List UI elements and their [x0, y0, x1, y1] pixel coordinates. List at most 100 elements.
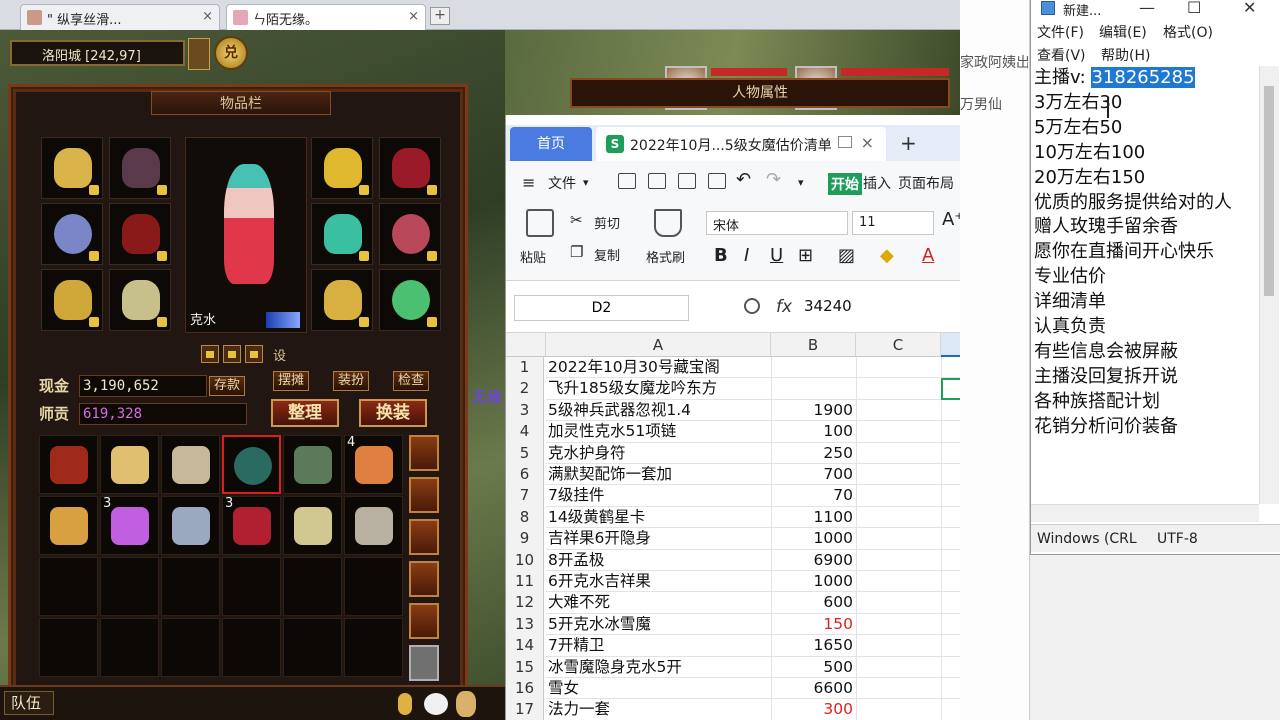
- close-icon[interactable]: ✕: [1243, 0, 1256, 17]
- cell-c[interactable]: [856, 635, 941, 657]
- cell-b[interactable]: 100: [771, 421, 856, 443]
- cell-c[interactable]: [856, 613, 941, 636]
- row-header[interactable]: 8: [506, 506, 544, 529]
- font-family-select[interactable]: 宋体: [706, 211, 848, 235]
- bag-slot[interactable]: 4: [344, 435, 403, 494]
- scrollbar-thumb[interactable]: [1264, 86, 1274, 296]
- swap-button[interactable]: 换装: [359, 399, 427, 427]
- maximize-icon[interactable]: ☐: [1187, 0, 1201, 17]
- cell-c[interactable]: [856, 442, 941, 464]
- cell-c[interactable]: [856, 485, 941, 507]
- row-header[interactable]: 1: [506, 357, 544, 379]
- format-painter-icon[interactable]: [654, 209, 682, 237]
- row-header[interactable]: 7: [506, 485, 544, 507]
- menu-start[interactable]: 开始: [828, 173, 862, 195]
- bag-slot[interactable]: [39, 435, 98, 494]
- bag-slot[interactable]: [222, 618, 281, 677]
- fill-color-icon[interactable]: ◆: [880, 245, 894, 266]
- column-header-b[interactable]: B: [771, 333, 856, 357]
- bag-slot[interactable]: [344, 618, 403, 677]
- row-header[interactable]: 11: [506, 571, 544, 593]
- cell-b[interactable]: 250: [771, 442, 856, 464]
- zoom-icon[interactable]: [744, 298, 760, 314]
- menu-view[interactable]: 查看(V): [1037, 45, 1086, 65]
- tab-close-icon[interactable]: ×: [202, 9, 213, 24]
- row-header[interactable]: 9: [506, 528, 544, 550]
- lock-toggle-icon[interactable]: [201, 345, 219, 363]
- menu-help[interactable]: 帮助(H): [1101, 45, 1150, 65]
- equip-slot-weapon[interactable]: [41, 269, 103, 331]
- cell-c[interactable]: [856, 699, 941, 720]
- paste-button[interactable]: 粘贴: [520, 247, 546, 266]
- inspect-button[interactable]: 检查: [393, 371, 429, 391]
- cell-b[interactable]: 1000: [771, 571, 856, 593]
- equip-slot-boots[interactable]: [109, 269, 171, 331]
- menu-edit[interactable]: 编辑(E): [1099, 22, 1147, 42]
- cell-a[interactable]: 2022年10月30号藏宝阁: [546, 357, 771, 379]
- cell-c[interactable]: [856, 464, 941, 486]
- scissors-icon[interactable]: ✂: [570, 211, 583, 229]
- formula-input[interactable]: 34240: [804, 297, 852, 315]
- bag-page-tab[interactable]: [409, 603, 439, 639]
- print-icon[interactable]: [678, 173, 696, 189]
- bag-page-tab[interactable]: [409, 477, 439, 513]
- column-header-a[interactable]: A: [546, 333, 771, 357]
- menu-file[interactable]: 文件(F): [1037, 22, 1084, 42]
- emote-icon[interactable]: [424, 693, 448, 715]
- bag-page-tab[interactable]: [409, 435, 439, 471]
- pet-icon[interactable]: [456, 691, 476, 717]
- menu-file[interactable]: 文件: [548, 173, 576, 193]
- tab-close-icon[interactable]: ×: [408, 9, 419, 24]
- cell-a[interactable]: 大难不死: [546, 592, 771, 614]
- save-icon[interactable]: [618, 173, 636, 189]
- sort-button[interactable]: 整理: [271, 399, 339, 427]
- cell-a[interactable]: 满默契配饰一套加: [546, 464, 771, 486]
- corner-cell[interactable]: [506, 333, 546, 357]
- bag-slot[interactable]: [161, 618, 220, 677]
- settings-label[interactable]: 设: [273, 345, 286, 364]
- cell-c[interactable]: [856, 592, 941, 614]
- row-header[interactable]: 14: [506, 635, 544, 657]
- cell-c[interactable]: [856, 421, 941, 443]
- team-button[interactable]: 队伍: [4, 691, 54, 715]
- cell-c[interactable]: [856, 656, 941, 678]
- bag-slot[interactable]: [100, 618, 159, 677]
- cell-b[interactable]: 1900: [771, 399, 856, 422]
- map-toggle-icon[interactable]: [188, 38, 210, 70]
- minimize-icon[interactable]: —: [1139, 0, 1155, 17]
- cell-a[interactable]: 7级挂件: [546, 485, 771, 507]
- bag-slot[interactable]: [283, 557, 342, 616]
- cell-a[interactable]: 14级黄鹤星卡: [546, 507, 771, 529]
- lock-toggle-icon[interactable]: [245, 345, 263, 363]
- row-header[interactable]: 2: [506, 378, 544, 400]
- cell-a[interactable]: 5级神兵武器忽视1.4: [546, 400, 771, 422]
- vertical-scrollbar[interactable]: [1259, 66, 1279, 504]
- cell-b[interactable]: [771, 378, 856, 400]
- deposit-button[interactable]: 存款: [209, 376, 245, 396]
- bold-icon[interactable]: B: [714, 245, 728, 266]
- cell-c[interactable]: [856, 399, 941, 422]
- bag-page-tab[interactable]: [409, 561, 439, 597]
- browser-tab-2[interactable]: ㄣ陌无缘。 ×: [226, 4, 426, 30]
- italic-icon[interactable]: I: [744, 245, 749, 266]
- bag-slot[interactable]: [39, 618, 98, 677]
- print-preview-icon[interactable]: [708, 173, 726, 189]
- cell-a[interactable]: 5开克水冰雪魔: [546, 614, 771, 636]
- cell-b[interactable]: 1650: [771, 635, 856, 657]
- menu-layout[interactable]: 页面布局: [898, 173, 954, 193]
- column-header-c[interactable]: C: [856, 333, 941, 357]
- underline-icon[interactable]: U: [770, 245, 783, 266]
- hamburger-icon[interactable]: ≡: [522, 173, 535, 192]
- font-color-icon[interactable]: A: [922, 245, 934, 266]
- equip-slot-belt[interactable]: [311, 269, 373, 331]
- new-tab-button[interactable]: +: [430, 7, 450, 25]
- equip-slot-helmet[interactable]: [41, 137, 103, 199]
- cell-a[interactable]: 冰雪魔隐身克水5开: [546, 657, 771, 678]
- home-tab[interactable]: 首页: [510, 127, 592, 161]
- bag-slot[interactable]: [222, 557, 281, 616]
- cell-a[interactable]: 雪女: [546, 678, 771, 700]
- cell-b[interactable]: [771, 357, 856, 379]
- cell-a[interactable]: 克水护身符: [546, 443, 771, 464]
- row-header[interactable]: 5: [506, 442, 544, 464]
- row-header[interactable]: 17: [506, 699, 544, 720]
